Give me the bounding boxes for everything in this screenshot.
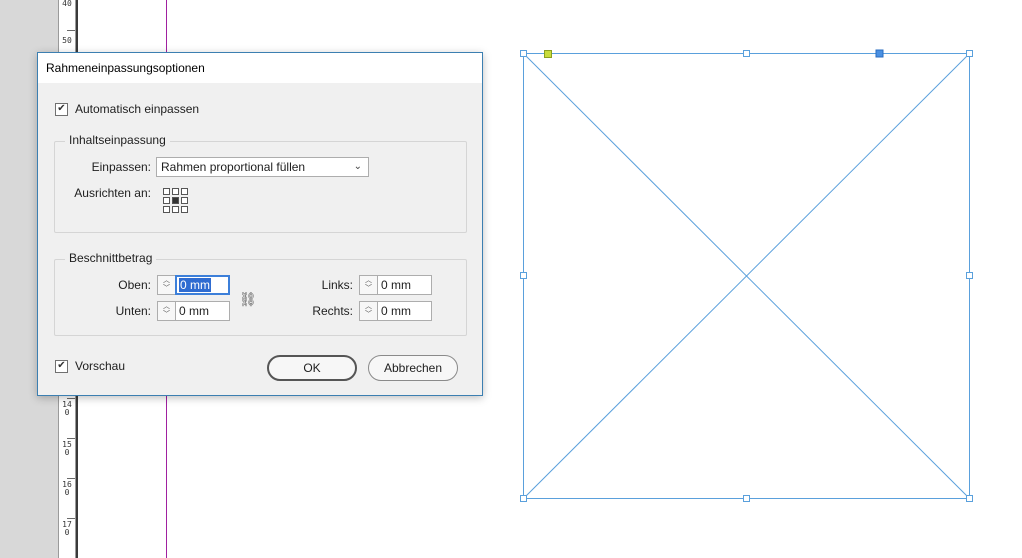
content-fitting-heading: Inhaltseinpassung <box>65 133 170 147</box>
checkmark-icon: ✔ <box>57 360 66 371</box>
crop-top-input[interactable]: 0 mm <box>175 275 230 295</box>
stepper-arrows-icon[interactable]: ︿ ﹀ <box>359 301 377 321</box>
crop-bottom-label: Unten: <box>115 304 151 318</box>
fit-dropdown-value: Rahmen proportional füllen <box>161 160 306 174</box>
auto-fit-label: Automatisch einpassen <box>75 102 200 116</box>
resize-handle[interactable] <box>966 272 973 279</box>
reference-point-middle-left[interactable] <box>163 197 170 204</box>
resize-handle[interactable] <box>520 50 527 57</box>
crop-right-label: Rechts: <box>312 304 353 318</box>
resize-handle[interactable] <box>966 495 973 502</box>
resize-handle[interactable] <box>743 495 750 502</box>
stepper-arrows-icon[interactable]: ︿ ﹀ <box>157 275 175 295</box>
stepper-arrows-icon[interactable]: ︿ ﹀ <box>359 275 377 295</box>
auto-fit-checkbox[interactable]: ✔ <box>55 102 68 116</box>
reference-point-marker[interactable] <box>544 50 552 58</box>
crop-right-stepper[interactable]: ︿ ﹀ 0 mm <box>359 301 432 321</box>
resize-handle[interactable] <box>520 272 527 279</box>
preview-label: Vorschau <box>75 359 126 373</box>
reference-point-bottom-center[interactable] <box>172 206 179 213</box>
resize-handle[interactable] <box>520 495 527 502</box>
crop-bottom-stepper[interactable]: ︿ ﹀ 0 mm <box>157 301 230 321</box>
cancel-button[interactable]: Abbrechen <box>368 355 458 381</box>
fit-label: Einpassen: <box>91 160 151 174</box>
selection-handle[interactable] <box>875 49 884 58</box>
frame-fitting-options-dialog: Rahmeneinpassungsoptionen ✔ Automatisch … <box>37 52 483 396</box>
dialog-title: Rahmeneinpassungsoptionen <box>46 61 205 75</box>
reference-point-top-left[interactable] <box>163 188 170 195</box>
preview-checkbox[interactable]: ✔ <box>55 359 68 373</box>
crop-amount-group: Beschnittbetrag Oben: ︿ ﹀ 0 mm Unten: ︿ ﹀ … <box>54 251 467 336</box>
reference-point-grid[interactable] <box>163 188 188 213</box>
reference-point-bottom-left[interactable] <box>163 206 170 213</box>
crop-left-stepper[interactable]: ︿ ﹀ 0 mm <box>359 275 432 295</box>
reference-point-center[interactable] <box>172 197 179 204</box>
dialog-titlebar[interactable]: Rahmeneinpassungsoptionen <box>38 53 482 83</box>
reference-point-middle-right[interactable] <box>181 197 188 204</box>
resize-handle[interactable] <box>743 50 750 57</box>
auto-fit-option[interactable]: ✔ Automatisch einpassen <box>55 102 199 116</box>
crop-left-input[interactable]: 0 mm <box>377 275 432 295</box>
crop-right-input[interactable]: 0 mm <box>377 301 432 321</box>
reference-point-top-center[interactable] <box>172 188 179 195</box>
ok-button[interactable]: OK <box>267 355 357 381</box>
resize-handle[interactable] <box>966 50 973 57</box>
align-label: Ausrichten an: <box>74 186 151 200</box>
chain-broken-icon[interactable]: ⛓ <box>239 291 257 308</box>
crop-amount-heading: Beschnittbetrag <box>65 251 157 265</box>
crop-top-label: Oben: <box>118 278 151 292</box>
crop-top-stepper[interactable]: ︿ ﹀ 0 mm <box>157 275 230 295</box>
reference-point-bottom-right[interactable] <box>181 206 188 213</box>
chevron-down-icon: ⌄ <box>353 161 362 172</box>
crop-bottom-input[interactable]: 0 mm <box>175 301 230 321</box>
stepper-arrows-icon[interactable]: ︿ ﹀ <box>157 301 175 321</box>
crop-left-label: Links: <box>321 278 353 292</box>
checkmark-icon: ✔ <box>57 103 66 114</box>
reference-point-top-right[interactable] <box>181 188 188 195</box>
preview-option[interactable]: ✔ Vorschau <box>55 359 125 373</box>
content-fitting-group: Inhaltseinpassung Einpassen: Rahmen prop… <box>54 133 467 233</box>
fit-dropdown[interactable]: Rahmen proportional füllen ⌄ <box>156 157 369 177</box>
